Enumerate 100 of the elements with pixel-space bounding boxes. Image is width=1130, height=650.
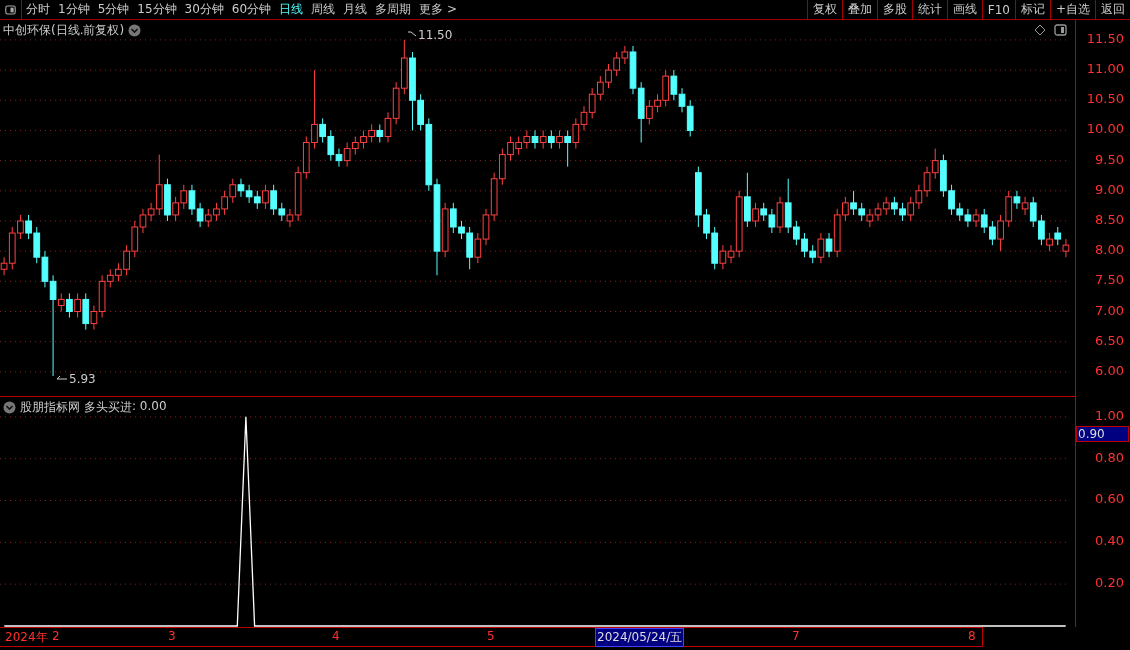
candlestick [172, 196, 179, 222]
candlestick [57, 292, 65, 313]
candlestick [147, 202, 155, 222]
candlestick [376, 123, 384, 144]
candlestick [989, 220, 996, 246]
candlestick [262, 184, 269, 210]
candlestick [1029, 196, 1037, 228]
candlestick [588, 87, 596, 119]
candlestick [1013, 190, 1021, 210]
candlestick [180, 184, 188, 210]
candlestick [645, 99, 653, 125]
candlestick [229, 178, 237, 204]
candlestick [1054, 226, 1062, 246]
panel-icon [5, 3, 16, 16]
high-price-label: 11.50 [418, 28, 453, 42]
candlestick [858, 202, 866, 222]
indicator-axis-label: 1.00 [1095, 407, 1124, 423]
candlestick [245, 184, 253, 204]
candlestick [605, 63, 612, 89]
candlestick [286, 208, 294, 228]
candlestick [613, 51, 621, 77]
candlestick [907, 196, 915, 222]
candlestick [327, 129, 335, 162]
candlestick [654, 93, 661, 113]
price-axis-label: 8.50 [1095, 211, 1124, 227]
candlestick [1038, 214, 1045, 246]
candlestick [842, 196, 849, 222]
candlestick [809, 244, 817, 264]
candlestick [866, 208, 874, 228]
price-axis-label: 6.00 [1095, 362, 1124, 378]
series-name: 多头买进 [84, 399, 132, 416]
candlestick [213, 202, 220, 222]
candlestick [458, 220, 465, 240]
price-axis-label: 11.00 [1086, 61, 1124, 77]
candlestick [474, 232, 482, 264]
candlestick [670, 69, 678, 101]
candlestick [825, 232, 833, 258]
indicator-axis-label: 0.60 [1095, 491, 1124, 507]
candlestick [547, 129, 555, 150]
candlestick [531, 129, 539, 150]
candlestick [882, 196, 890, 216]
price-axis-label: 7.00 [1095, 302, 1124, 318]
candlestick [237, 178, 245, 198]
time-axis-label: 7 [791, 629, 800, 643]
candlestick [343, 142, 351, 168]
candlestick [196, 202, 204, 228]
candlestick [66, 292, 73, 319]
time-axis-label: 2024年 [4, 629, 48, 646]
candlestick [556, 129, 563, 150]
diamond-icon[interactable] [1034, 24, 1046, 36]
candlestick [752, 202, 759, 228]
candlestick [515, 135, 523, 156]
candlestick [564, 129, 572, 168]
candlestick [1062, 238, 1070, 258]
candlestick [368, 123, 375, 144]
candlestick [719, 244, 727, 270]
candlestick [106, 268, 114, 288]
time-axis-label: 8 [967, 629, 976, 643]
candlestick [727, 244, 735, 264]
candlestick [768, 208, 776, 234]
candlestick [891, 196, 898, 216]
price-axis-label: 8.00 [1095, 242, 1124, 258]
candlestick [360, 129, 367, 150]
candlestick [678, 87, 686, 113]
candlestick [311, 69, 318, 150]
price-axis-label: 10.50 [1086, 91, 1124, 107]
candlestick [115, 262, 122, 282]
candlestick [1021, 196, 1029, 216]
price-axis-label: 11.50 [1086, 30, 1124, 46]
candlestick [621, 45, 629, 65]
chevron-down-icon[interactable] [128, 24, 142, 37]
candlestick [539, 129, 547, 150]
candlestick [760, 202, 768, 222]
stock-title: 中创环保(日线.前复权) [3, 22, 125, 39]
candlestick [90, 304, 98, 331]
candlestick [335, 148, 343, 168]
candlestick [850, 190, 857, 216]
candlestick [188, 184, 196, 216]
price-axis-label: 7.50 [1095, 272, 1124, 288]
candlestick [923, 166, 931, 198]
candlestick [319, 117, 326, 144]
candlestick [270, 184, 277, 216]
candlestick [1046, 232, 1053, 252]
candlestick [25, 214, 32, 240]
candlestick [580, 105, 588, 131]
candlestick [17, 214, 24, 240]
indicator-reading: : 0.00 [132, 399, 167, 415]
candlestick [915, 184, 923, 210]
candlestick [49, 274, 57, 377]
panel-icon[interactable] [1054, 24, 1067, 36]
candlestick [351, 135, 359, 156]
time-axis-label: 2 [51, 629, 60, 643]
time-axis-label: 5 [486, 629, 495, 643]
candlestick [572, 117, 580, 150]
pointer-line-icon [408, 31, 416, 39]
indicator-axis-label: 0.20 [1095, 575, 1124, 591]
candlestick [278, 202, 286, 222]
chevron-down-icon[interactable] [3, 401, 16, 414]
low-price-label: 5.93 [69, 372, 96, 386]
candlestick [139, 208, 147, 234]
